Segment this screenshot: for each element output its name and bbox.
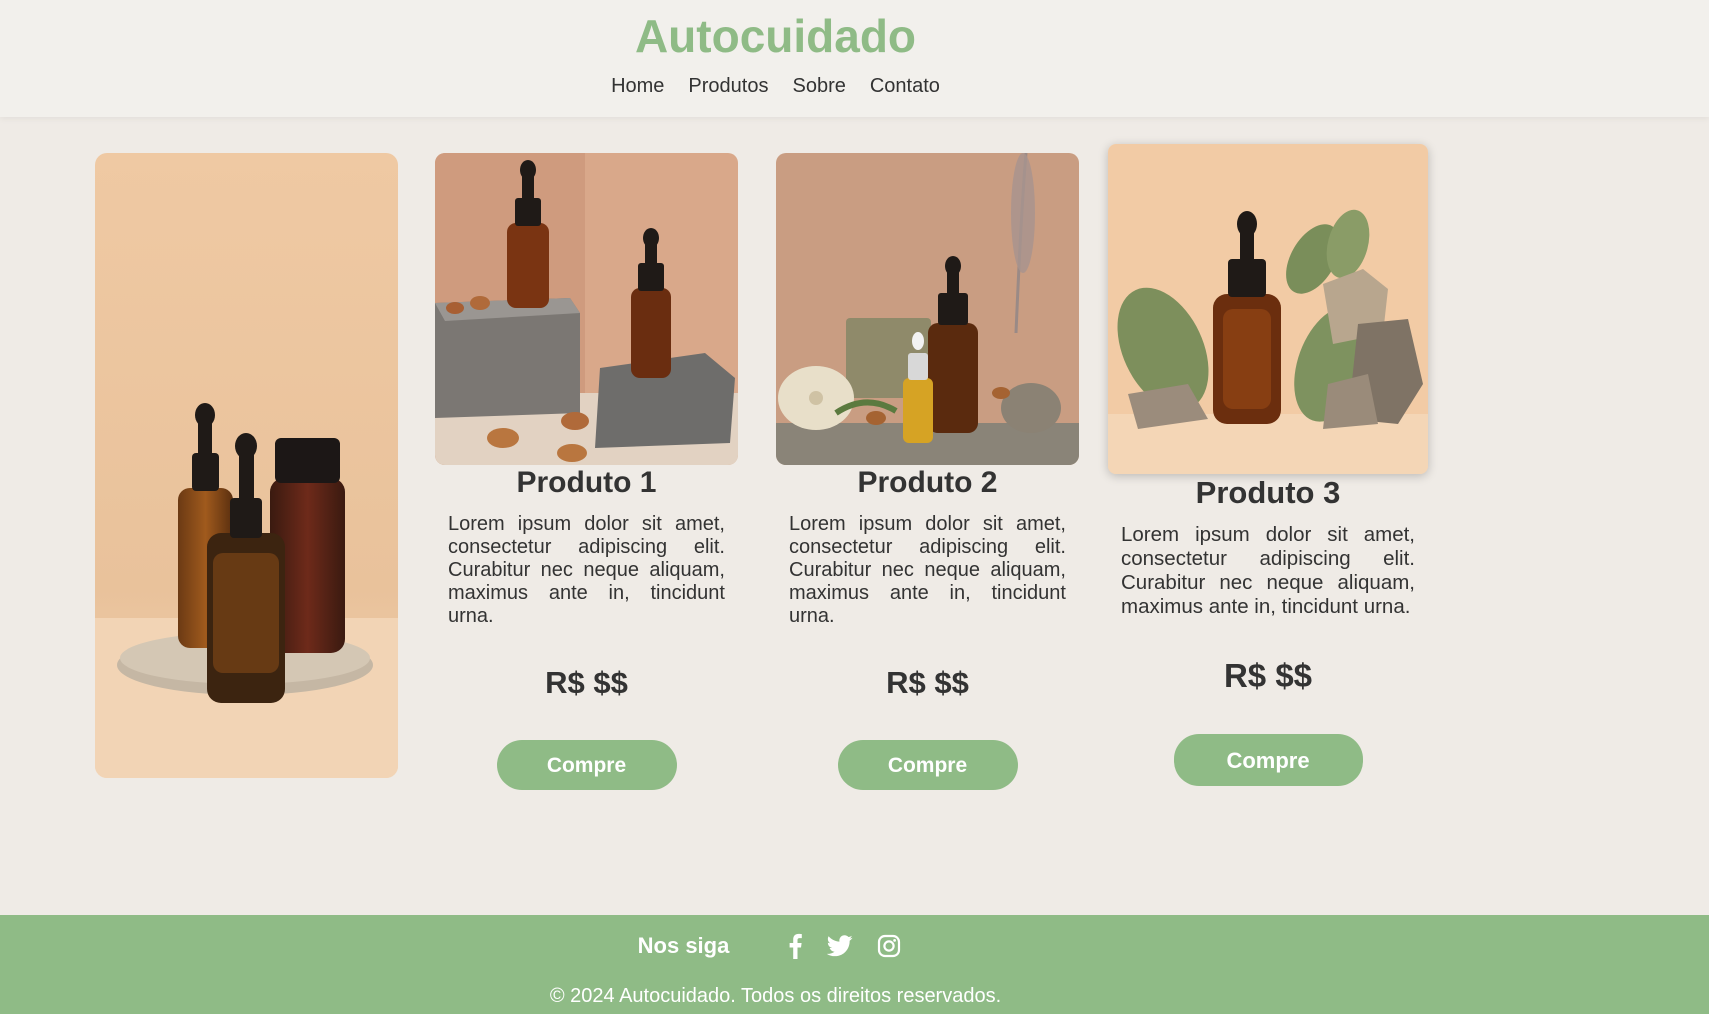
product-3-image — [1108, 144, 1428, 474]
product-3-description: Lorem ipsum dolor sit amet, consectetur … — [1121, 523, 1415, 618]
nav-home[interactable]: Home — [611, 73, 664, 99]
facebook-icon[interactable] — [787, 933, 803, 959]
product-card-3: Produto 3 Lorem ipsum dolor sit amet, co… — [1108, 144, 1428, 786]
nav-produtos[interactable]: Produtos — [688, 73, 768, 99]
product-2-buy-button[interactable]: Compre — [837, 740, 1018, 790]
product-3-title: Produto 3 — [1195, 475, 1341, 510]
product-2-image — [776, 153, 1079, 465]
social-row: Nos siga — [0, 933, 1551, 959]
product-2-title: Produto 2 — [857, 466, 998, 499]
product-card-2: Produto 2 Lorem ipsum dolor sit amet, co… — [776, 153, 1079, 790]
product-1-price: R$ $$ — [545, 665, 628, 700]
product-2-price: R$ $$ — [886, 665, 969, 700]
nav-sobre[interactable]: Sobre — [792, 73, 845, 99]
copyright-text: © 2024 Autocuidado. Todos os direitos re… — [549, 985, 1002, 1007]
product-3-buy-button[interactable]: Compre — [1173, 734, 1363, 786]
product-3-price: R$ $$ — [1223, 657, 1313, 694]
product-1-buy-button[interactable]: Compre — [496, 740, 677, 790]
product-1-image — [435, 153, 738, 465]
product-2-description: Lorem ipsum dolor sit amet, consectetur … — [789, 513, 1066, 627]
featured-bottles-photo — [95, 153, 398, 778]
site-footer: Nos siga © 2024 Autocuidado. Todos os di… — [0, 915, 1709, 1014]
product-1-description: Lorem ipsum dolor sit amet, consectetur … — [448, 513, 725, 627]
main-nav: Home Produtos Sobre Contato — [0, 73, 1551, 99]
product-1-title: Produto 1 — [516, 466, 657, 499]
brand-title: Autocuidado — [634, 10, 917, 62]
nav-contato[interactable]: Contato — [870, 73, 940, 99]
twitter-icon[interactable] — [827, 935, 853, 957]
featured-image — [95, 153, 398, 778]
instagram-icon[interactable] — [877, 934, 901, 958]
follow-label: Nos siga — [637, 933, 730, 958]
site-header: Autocuidado Home Produtos Sobre Contato — [0, 0, 1709, 117]
product-card-1: Produto 1 Lorem ipsum dolor sit amet, co… — [435, 153, 738, 790]
